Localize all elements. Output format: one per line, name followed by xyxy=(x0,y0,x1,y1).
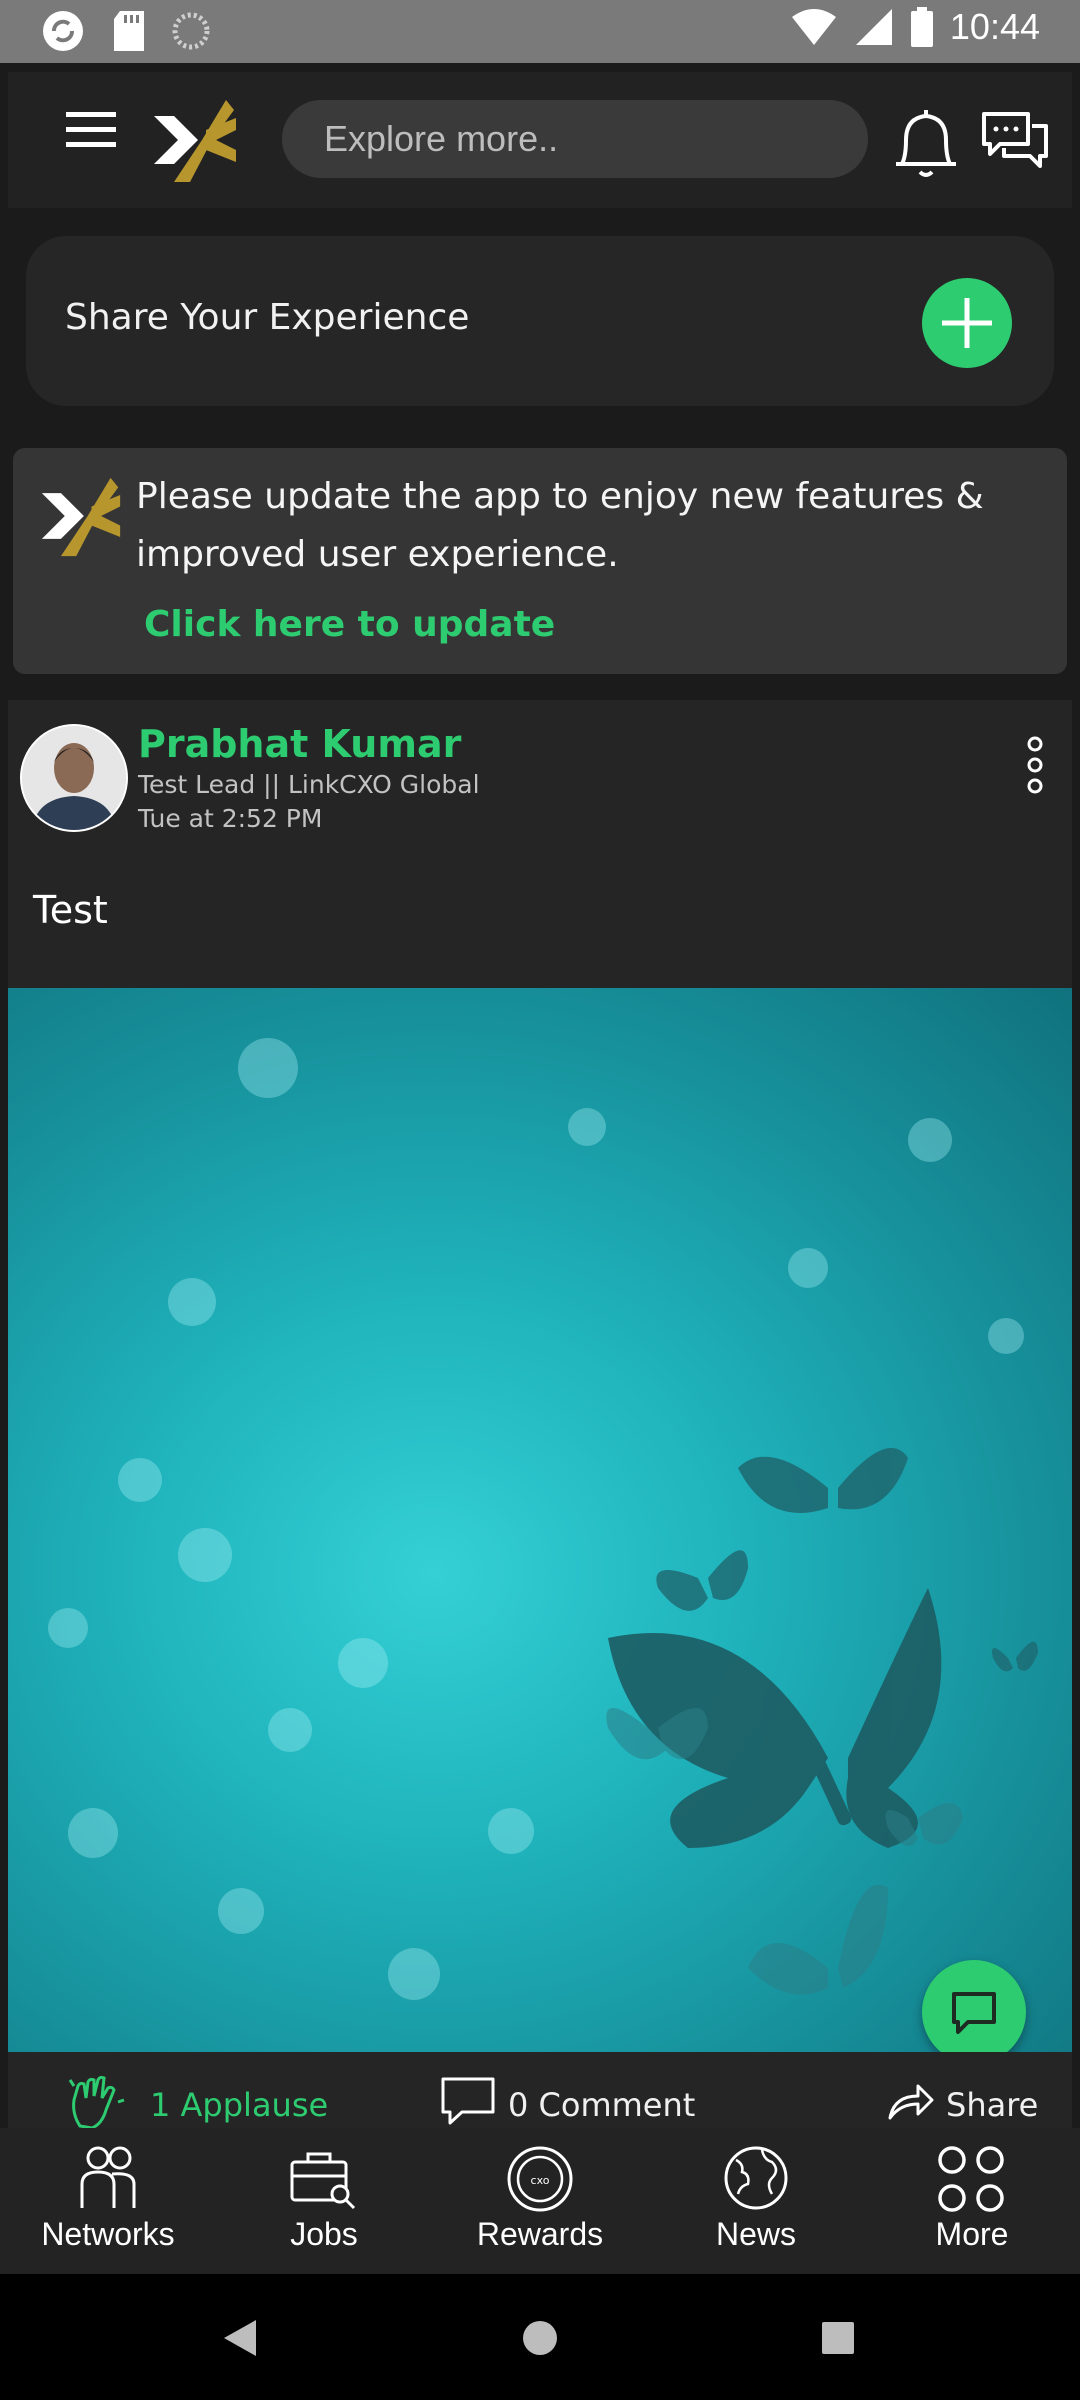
nav-more[interactable]: More xyxy=(864,2216,1080,2253)
system-nav-bar xyxy=(0,2274,1080,2400)
post-author-title: Test Lead || LinkCXO Global xyxy=(138,770,480,799)
butterflies-illustration xyxy=(606,1448,1038,1995)
nav-jobs[interactable]: Jobs xyxy=(216,2216,432,2253)
cxo-coin-icon[interactable]: cxo xyxy=(505,2144,575,2214)
nav-networks[interactable]: Networks xyxy=(0,2216,216,2253)
wifi-icon xyxy=(791,9,836,45)
people-icon[interactable] xyxy=(72,2144,144,2210)
add-post-button[interactable] xyxy=(922,278,1012,368)
four-circles-icon[interactable] xyxy=(936,2144,1006,2214)
hamburger-menu-icon[interactable] xyxy=(66,112,116,148)
bell-icon[interactable] xyxy=(892,106,960,180)
update-message-line2: improved user experience. xyxy=(136,534,619,575)
battery-icon xyxy=(910,7,933,47)
svg-text:cxo: cxo xyxy=(531,2174,550,2187)
chat-fab-button[interactable] xyxy=(922,1960,1026,2064)
applause-icon[interactable] xyxy=(66,2074,126,2130)
comment-icon[interactable] xyxy=(440,2076,496,2126)
search-placeholder: Explore more.. xyxy=(324,118,559,159)
search-input[interactable]: Explore more.. xyxy=(282,100,868,178)
nav-rewards[interactable]: Rewards xyxy=(432,2216,648,2253)
post-timestamp: Tue at 2:52 PM xyxy=(138,804,323,833)
share-experience-label: Share Your Experience xyxy=(65,297,470,338)
sync-icon xyxy=(43,11,83,51)
home-icon[interactable] xyxy=(522,2320,558,2356)
loading-icon xyxy=(172,12,210,50)
linkcxo-logo xyxy=(41,477,121,557)
globe-icon[interactable] xyxy=(722,2144,790,2212)
update-message-line1: Please update the app to enjoy new featu… xyxy=(136,476,984,517)
signal-icon xyxy=(855,9,892,45)
sd-card-icon xyxy=(114,11,144,51)
share-arrow-icon[interactable] xyxy=(886,2082,936,2122)
share-button[interactable]: Share xyxy=(946,2086,1038,2124)
post-author-name[interactable]: Prabhat Kumar xyxy=(138,722,461,766)
post-image[interactable] xyxy=(8,988,1072,2052)
plus-icon xyxy=(942,298,992,348)
status-time: 10:44 xyxy=(949,6,1040,47)
status-bar: 10:44 xyxy=(0,0,1080,63)
post-text: Test xyxy=(33,888,108,932)
nav-news[interactable]: News xyxy=(648,2216,864,2253)
chat-bubbles-icon[interactable] xyxy=(980,110,1050,172)
comment-count[interactable]: 0 Comment xyxy=(508,2086,695,2124)
briefcase-search-icon[interactable] xyxy=(288,2148,358,2210)
recents-icon[interactable] xyxy=(822,2322,854,2354)
back-icon[interactable] xyxy=(222,2318,258,2358)
chat-icon xyxy=(952,1992,996,2034)
more-options-icon[interactable] xyxy=(1020,736,1050,794)
linkcxo-logo[interactable] xyxy=(150,96,240,184)
avatar[interactable] xyxy=(20,724,128,832)
update-link[interactable]: Click here to update xyxy=(144,604,555,645)
applause-count[interactable]: 1 Applause xyxy=(150,2086,328,2124)
